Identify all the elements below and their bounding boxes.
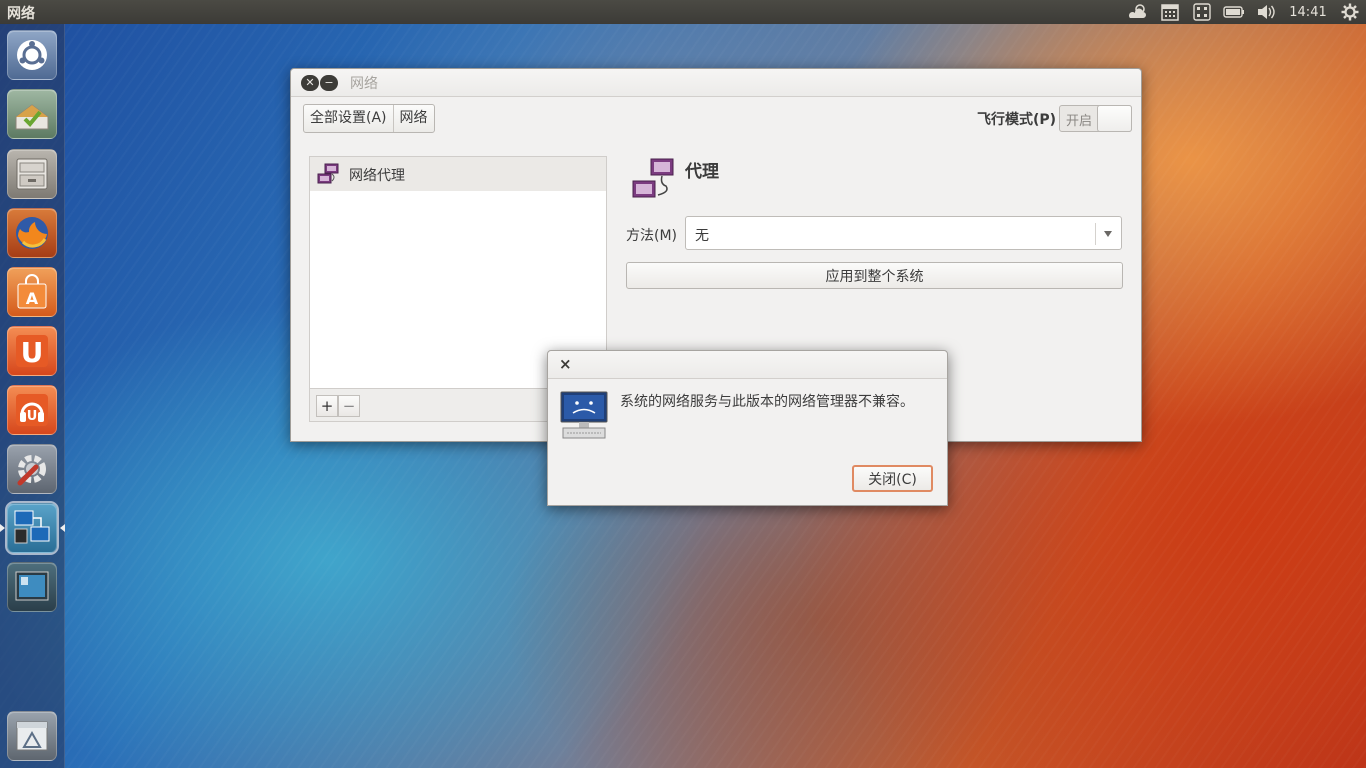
network-computers-icon [14, 510, 50, 544]
svg-text:U: U [27, 409, 38, 424]
window-titlebar[interactable]: ✕ − 网络 [291, 69, 1141, 97]
chevron-down-icon [1104, 231, 1112, 237]
proxy-large-icon [632, 158, 674, 198]
files-launcher[interactable] [7, 149, 57, 199]
active-app-title: 网络 [7, 6, 35, 22]
firefox-launcher[interactable] [7, 208, 57, 258]
error-dialog: × 系统的网络服务与此版本的网络管理器不兼容。 关闭(C) [547, 350, 948, 506]
sad-computer-icon [560, 391, 608, 439]
method-dropdown[interactable]: 无 [685, 216, 1122, 250]
ubuntu-one-launcher[interactable]: U [7, 326, 57, 376]
breadcrumb-network[interactable]: 网络 [392, 105, 434, 132]
top-panel: 网络 14:41 [0, 0, 1366, 24]
shopping-bag-icon: A [17, 274, 47, 309]
firefox-icon [16, 217, 48, 249]
indicator-area: 14:41 [1122, 0, 1366, 24]
switch-knob [1097, 105, 1132, 132]
add-connection-button[interactable]: + [316, 395, 338, 417]
music-icon: U [16, 394, 48, 426]
proxy-heading: 代理 [685, 162, 719, 182]
workspace-switcher-launcher[interactable] [7, 562, 57, 612]
dash-home-button[interactable] [7, 30, 57, 80]
launcher: A U U [0, 24, 65, 768]
breadcrumb: 全部设置(A) 网络 [303, 104, 435, 133]
focused-indicator [60, 524, 65, 532]
airplane-mode-switch[interactable]: 开启 [1059, 105, 1132, 132]
list-item-network-proxy[interactable]: 网络代理 [310, 157, 606, 191]
workspace-icon [15, 571, 49, 601]
minimize-icon[interactable]: − [320, 75, 338, 91]
remove-connection-button[interactable]: − [338, 395, 360, 417]
volume-icon[interactable] [1250, 0, 1282, 24]
svg-text:U: U [21, 336, 44, 369]
ubuntu-one-icon: U [16, 335, 48, 369]
close-icon[interactable]: ✕ [301, 75, 319, 91]
list-item-label: 网络代理 [349, 168, 405, 184]
weather-icon[interactable] [1122, 0, 1154, 24]
ubuntu-logo-icon [17, 40, 47, 70]
method-label: 方法(M) [626, 228, 678, 244]
airplane-mode-label: 飞行模式(P) [977, 112, 1057, 128]
battery-icon[interactable] [1218, 0, 1250, 24]
settings-wrench-icon [17, 455, 46, 486]
updater-icon [15, 104, 49, 130]
software-updater-launcher[interactable] [7, 89, 57, 139]
dialog-titlebar[interactable]: × [548, 351, 947, 379]
window-title: 网络 [350, 76, 378, 92]
trash-icon [16, 721, 48, 751]
file-cabinet-icon [16, 158, 48, 190]
all-settings-button[interactable]: 全部设置(A) [304, 105, 393, 132]
dialog-close-icon[interactable]: × [559, 355, 572, 373]
dropdown-separator [1095, 223, 1096, 245]
music-launcher[interactable]: U [7, 385, 57, 435]
dialog-close-button[interactable]: 关闭(C) [852, 465, 933, 492]
proxy-small-icon [317, 163, 339, 184]
method-value: 无 [695, 228, 709, 244]
running-indicator [0, 524, 5, 532]
system-settings-launcher[interactable] [7, 444, 57, 494]
trash-launcher[interactable] [7, 711, 57, 761]
calendar-icon[interactable] [1154, 0, 1186, 24]
svg-text:A: A [26, 289, 39, 308]
software-center-launcher[interactable]: A [7, 267, 57, 317]
airplane-switch-state: 开启 [1066, 114, 1093, 129]
network-icon[interactable] [1186, 0, 1218, 24]
dialog-message: 系统的网络服务与此版本的网络管理器不兼容。 [620, 394, 914, 410]
system-gear-icon[interactable] [1334, 0, 1366, 24]
apply-system-wide-button[interactable]: 应用到整个系统 [626, 262, 1123, 289]
clock[interactable]: 14:41 [1282, 0, 1334, 24]
network-launcher[interactable] [5, 501, 59, 555]
